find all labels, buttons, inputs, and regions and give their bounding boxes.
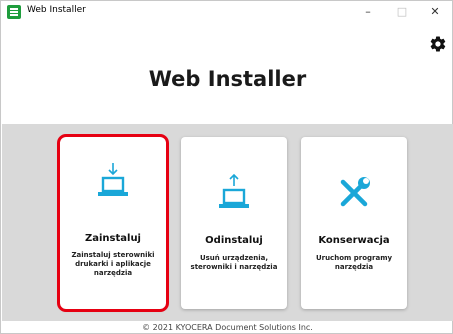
tools-icon <box>340 177 370 207</box>
window-title: Web Installer <box>27 5 86 15</box>
maximize-button[interactable]: □ <box>385 1 419 23</box>
uninstall-title: Odinstaluj <box>205 235 263 246</box>
options-band: Zainstaluj Zainstaluj sterowniki drukark… <box>2 124 453 321</box>
install-description: Zainstaluj sterowniki drukarki i aplikac… <box>71 251 155 277</box>
laptop-download-icon <box>98 163 128 196</box>
maintenance-card[interactable]: Konserwacja Uruchom programy narzędzia <box>301 137 407 309</box>
title-bar[interactable]: Web Installer – □ ✕ <box>1 1 452 23</box>
uninstall-card[interactable]: Odinstaluj Usuń urządzenia, sterowniki i… <box>181 137 287 309</box>
uninstall-description: Usuń urządzenia, sterowniki i narzędzia <box>190 254 278 271</box>
copyright-footer: © 2021 KYOCERA Document Solutions Inc. <box>142 323 313 332</box>
app-icon <box>7 5 21 19</box>
page-title: Web Installer <box>148 67 307 91</box>
maintenance-description: Uruchom programy narzędzia <box>315 254 393 271</box>
minimize-button[interactable]: – <box>351 1 385 23</box>
install-card[interactable]: Zainstaluj Zainstaluj sterowniki drukark… <box>57 134 169 312</box>
maintenance-title: Konserwacja <box>318 235 390 246</box>
gear-icon[interactable] <box>429 35 447 53</box>
close-button[interactable]: ✕ <box>418 1 452 23</box>
laptop-upload-icon <box>219 173 249 208</box>
install-title: Zainstaluj <box>84 233 141 244</box>
installer-window: Web Installer – □ ✕ Web Installer Zainst… <box>0 0 453 334</box>
